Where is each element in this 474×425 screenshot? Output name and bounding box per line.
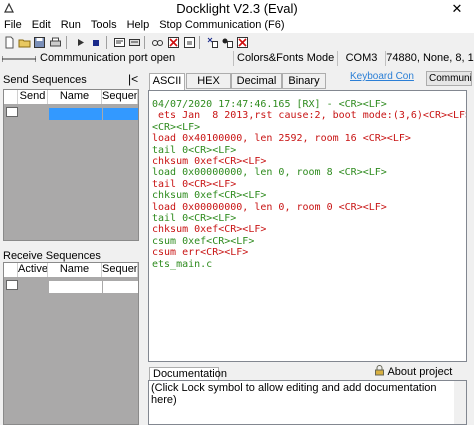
connection-status: Commmunication port open — [40, 52, 176, 64]
documentation-placeholder: (Click Lock symbol to allow editing and … — [151, 382, 437, 406]
column-header-sequence[interactable]: Sequence — [102, 90, 138, 104]
row-header-corner — [4, 90, 18, 104]
comm-line: csum 0xef<CR><LF> — [152, 235, 255, 247]
row-marker-icon — [6, 280, 18, 290]
comm-line: tail 0<CR><LF> — [152, 178, 237, 190]
save-icon[interactable] — [33, 36, 46, 49]
timer-icon[interactable] — [206, 36, 219, 49]
column-header-sequence[interactable]: Sequence — [102, 263, 138, 277]
comm-line: load 0x00000000, len 0, room 0 <CR><LF> — [152, 201, 387, 213]
comm-line: ets Jan 8 2013,rst cause:2, boot mode:(3… — [152, 110, 467, 122]
lock-icon[interactable] — [374, 365, 385, 376]
comm-line: chksum 0xef<CR><LF> — [152, 156, 267, 168]
vertical-scrollbar[interactable] — [454, 381, 466, 424]
toolbar — [0, 34, 474, 51]
table-cell[interactable] — [103, 281, 138, 293]
comm-line: load 0x00000000, len 0, room 8 <CR><LF> — [152, 167, 387, 179]
menu-run[interactable]: Run — [56, 17, 86, 33]
keyboard-icon[interactable] — [128, 36, 141, 49]
toolbar-separator — [66, 36, 67, 49]
tab-ascii[interactable]: ASCII — [149, 73, 185, 90]
menu-bar: File Edit Run Tools Help Stop Communicat… — [0, 17, 474, 33]
documentation-area: Documentation About project (Click Lock … — [148, 365, 467, 425]
title-bar: Docklight V2.3 (Eval) ✕ — [0, 0, 474, 17]
toolbar-separator — [199, 36, 200, 49]
menu-edit[interactable]: Edit — [27, 17, 56, 33]
stop-icon[interactable] — [89, 36, 102, 49]
column-header-name[interactable]: Name — [48, 90, 102, 104]
find-icon[interactable] — [151, 36, 164, 49]
com-port[interactable]: COM3 — [337, 51, 385, 66]
row-header-corner — [4, 263, 18, 277]
selected-cell[interactable] — [103, 108, 138, 120]
row-marker-icon — [6, 107, 18, 117]
tab-binary[interactable]: Binary — [282, 73, 326, 89]
log-stop-icon[interactable] — [236, 36, 249, 49]
settings-icon[interactable] — [113, 36, 126, 49]
window-title: Docklight V2.3 (Eval) — [176, 1, 298, 16]
column-header-name[interactable]: Name — [48, 263, 102, 277]
receive-sequences-title: Receive Sequences — [3, 250, 101, 262]
menu-help[interactable]: Help — [122, 17, 155, 33]
comm-line: 04/07/2020 17:47:46.165 [RX] - <CR><LF> — [152, 99, 387, 110]
menu-tools[interactable]: Tools — [86, 17, 122, 33]
port-settings[interactable]: 74880, None, 8, 1 — [385, 51, 474, 66]
collapse-panel-button[interactable]: |< — [128, 72, 138, 86]
status-bar: Commmunication port open Colors&Fonts Mo… — [0, 51, 474, 66]
send-sequences-table[interactable]: Send Name Sequence — [3, 89, 139, 241]
comm-line: <CR><LF> — [152, 121, 201, 133]
new-file-icon[interactable] — [3, 36, 16, 49]
send-table-header: Send Name Sequence — [4, 90, 138, 104]
toolbar-separator — [144, 36, 145, 49]
comm-line: tail 0<CR><LF> — [152, 144, 237, 156]
print-icon[interactable] — [49, 36, 62, 49]
selected-cell[interactable] — [49, 108, 102, 120]
record-icon[interactable] — [221, 36, 234, 49]
receive-table-header: Active Name Sequence — [4, 263, 138, 277]
comm-line: tail 0<CR><LF> — [152, 213, 237, 225]
tab-documentation[interactable]: Documentation — [149, 367, 227, 381]
column-header-active[interactable]: Active — [18, 263, 48, 277]
tab-decimal[interactable]: Decimal — [231, 73, 282, 89]
window-close-button[interactable]: ✕ — [440, 0, 474, 17]
toolbar-separator — [106, 36, 107, 49]
menu-stop-communication[interactable]: Stop Communication (F6) — [154, 17, 289, 33]
column-header-send[interactable]: Send — [18, 90, 48, 104]
about-project-label: About project — [387, 366, 453, 378]
comm-line: chksum 0xef<CR><LF> — [152, 190, 267, 202]
open-folder-icon[interactable] — [18, 36, 31, 49]
tab-hex[interactable]: HEX — [186, 73, 231, 89]
colors-fonts-mode[interactable]: Colors&Fonts Mode — [233, 51, 337, 66]
comm-line: csum err<CR><LF> — [152, 247, 249, 259]
tab-communication[interactable]: Communication — [426, 71, 472, 86]
communication-window[interactable]: 04/07/2020 17:47:46.165 [RX] - <CR><LF> … — [148, 90, 467, 362]
documentation-box[interactable]: (Click Lock symbol to allow editing and … — [148, 380, 467, 425]
about-project-button[interactable]: About project — [374, 365, 452, 380]
communication-panel: ASCII HEX Decimal Binary Keyboard Con Co… — [145, 68, 474, 425]
comm-line: chksum 0xef<CR><LF> — [152, 224, 267, 236]
connection-icon — [2, 56, 36, 62]
keyboard-console-link[interactable]: Keyboard Con — [350, 71, 414, 82]
send-sequences-title: Send Sequences — [3, 74, 87, 86]
clear-icon[interactable] — [167, 36, 180, 49]
table-cell[interactable] — [49, 281, 102, 293]
comm-line: load 0x40100000, len 2592, room 16 <CR><… — [152, 133, 411, 145]
menu-file[interactable]: File — [0, 17, 27, 33]
receive-sequences-table[interactable]: Active Name Sequence — [3, 262, 139, 425]
snapshot-icon[interactable] — [183, 36, 196, 49]
play-icon[interactable] — [74, 36, 87, 49]
comm-line: ets_main.c — [152, 258, 213, 270]
